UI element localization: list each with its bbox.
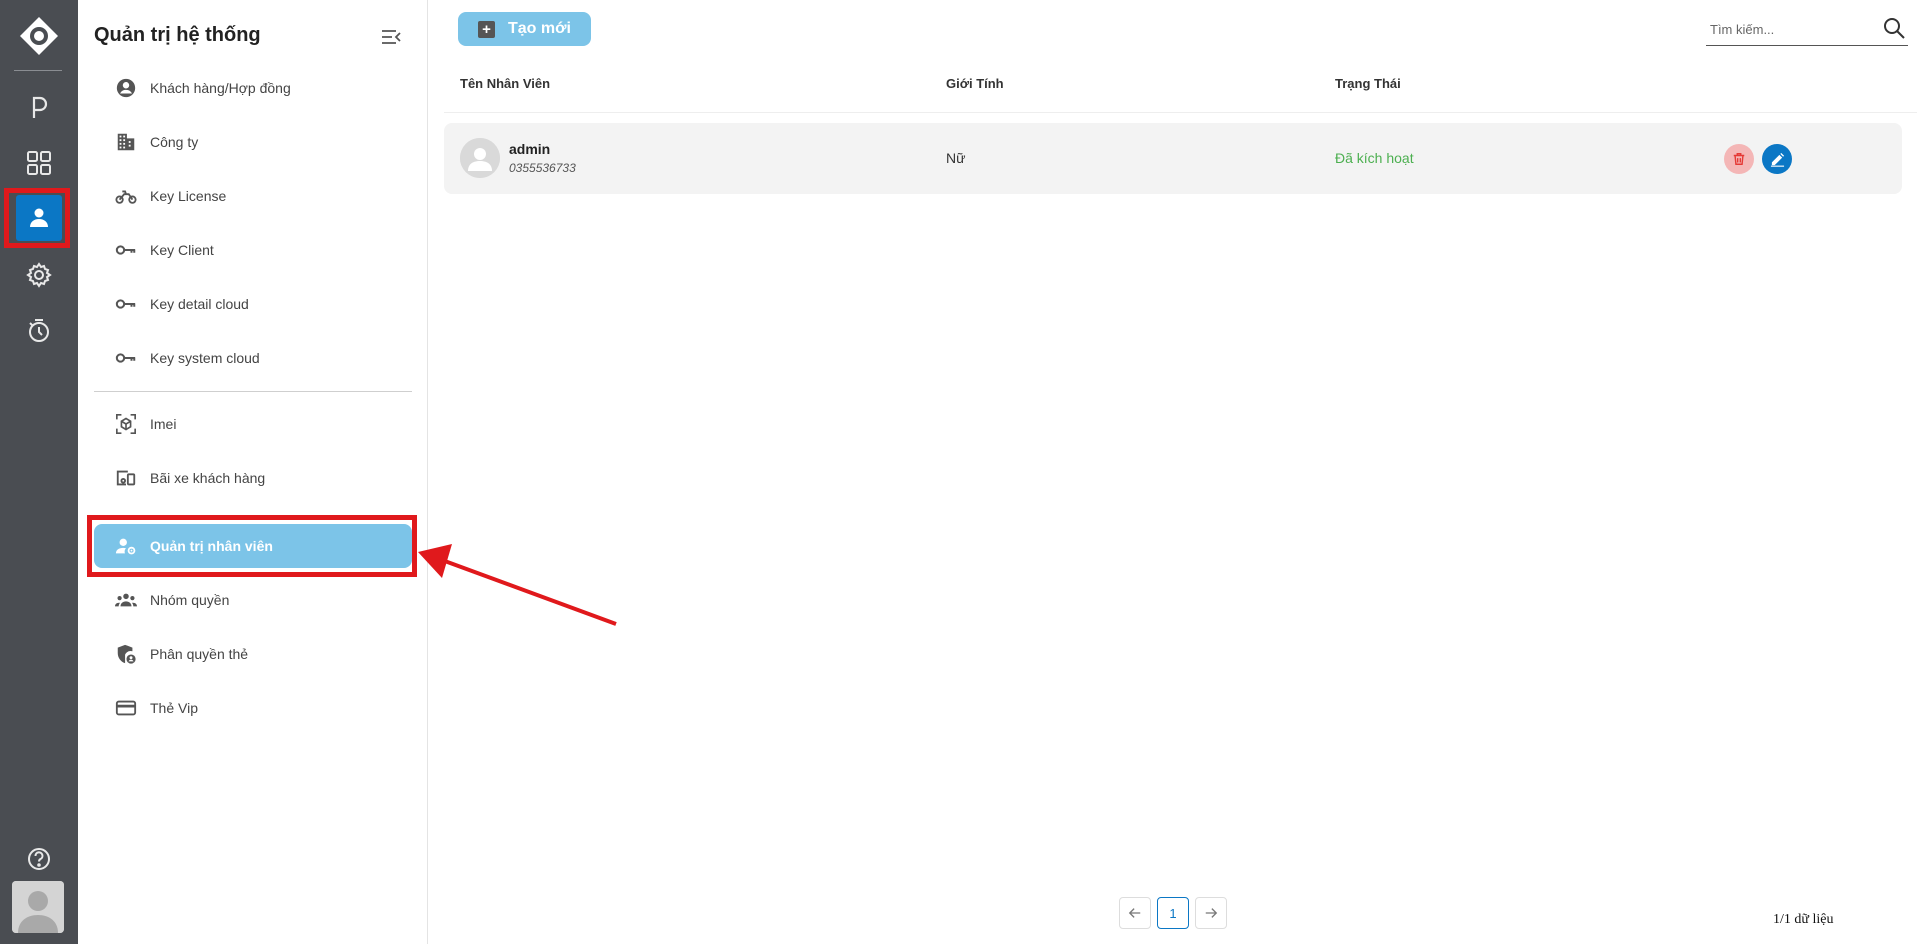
key-icon: [114, 292, 138, 316]
app-logo-icon[interactable]: [19, 16, 59, 56]
sidebar-item-label: Key Client: [150, 242, 214, 258]
help-icon[interactable]: [16, 836, 62, 882]
rail-divider: [14, 70, 62, 71]
sidebar-item-permission-groups[interactable]: Nhóm quyền: [94, 578, 412, 622]
app-rail: [0, 0, 78, 944]
column-header-name[interactable]: Tên Nhân Viên: [460, 76, 550, 91]
prev-page-button[interactable]: [1119, 897, 1151, 929]
sidebar-item-label: Key License: [150, 188, 227, 204]
user-avatar[interactable]: [12, 881, 64, 933]
column-header-gender[interactable]: Giới Tính: [946, 76, 1004, 91]
sidebar-divider: [94, 391, 412, 392]
history-timer-icon[interactable]: [16, 308, 62, 354]
edit-button[interactable]: [1762, 144, 1792, 174]
next-page-button[interactable]: [1195, 897, 1227, 929]
sidebar-item-label: Khách hàng/Hợp đồng: [150, 80, 291, 96]
parking-icon[interactable]: [16, 85, 62, 131]
sidebar-item-card-permissions[interactable]: Phân quyền thẻ: [94, 632, 412, 676]
sidebar-item-customer-parking[interactable]: Bãi xe khách hàng: [94, 456, 412, 500]
create-new-label: Tạo mới: [508, 20, 571, 37]
sidebar-item-label: Nhóm quyền: [150, 592, 230, 608]
sidebar-item-label: Imei: [150, 416, 177, 432]
employee-name: admin: [509, 141, 551, 157]
annotation-highlight-rail: [4, 188, 70, 248]
dashboard-grid-icon[interactable]: [16, 140, 62, 186]
sidebar-item-key-system-cloud[interactable]: Key system cloud: [94, 336, 412, 380]
sidebar-item-label: Key detail cloud: [150, 296, 249, 312]
arrow-left-icon: [1128, 908, 1141, 918]
sidebar-item-vip-card[interactable]: Thẻ Vip: [94, 686, 412, 730]
column-header-status[interactable]: Trạng Thái: [1335, 76, 1401, 91]
main-content: + Tạo mới Tên Nhân Viên Giới Tính Trạng …: [429, 0, 1917, 944]
record-count: 1/1 dữ liệu: [1773, 912, 1834, 927]
plus-icon: +: [478, 20, 495, 38]
employee-gender: Nữ: [946, 150, 966, 166]
table-row[interactable]: admin 0355536733 Nữ Đã kích hoạt: [444, 123, 1902, 194]
pagination: 1: [1119, 897, 1227, 929]
shield-user-icon: [114, 642, 138, 666]
sidebar-item-key-license[interactable]: Key License: [94, 174, 412, 218]
sidebar-item-label: Key system cloud: [150, 350, 260, 366]
delete-button[interactable]: [1724, 144, 1754, 174]
search-icon[interactable]: [1882, 16, 1906, 40]
status-badge: Đã kích hoạt: [1335, 150, 1414, 166]
sidebar-item-company[interactable]: Công ty: [94, 120, 412, 164]
arrow-right-icon: [1205, 908, 1218, 918]
search-box: [1706, 14, 1908, 46]
sidebar-item-label: Công ty: [150, 134, 199, 150]
sidebar-item-label: Bãi xe khách hàng: [150, 470, 266, 486]
key-icon: [114, 238, 138, 262]
sidebar-item-label: Thẻ Vip: [150, 700, 198, 716]
account-circle-icon: [114, 76, 138, 100]
scan-cube-icon: [114, 412, 138, 436]
collapse-menu-icon[interactable]: [380, 26, 402, 48]
page-button[interactable]: 1: [1157, 897, 1189, 929]
employee-phone: 0355536733: [509, 161, 576, 175]
settings-gear-icon[interactable]: [16, 252, 62, 298]
search-input[interactable]: [1710, 18, 1880, 40]
pencil-icon: [1770, 152, 1784, 167]
table-header-divider: [444, 112, 1917, 113]
annotation-highlight-menu: [87, 515, 417, 577]
building-icon: [114, 130, 138, 154]
credit-card-icon: [114, 696, 138, 720]
sidebar-item-key-detail-cloud[interactable]: Key detail cloud: [94, 282, 412, 326]
sidebar-title: Quản trị hệ thống: [94, 24, 261, 46]
sidebar-item-label: Phân quyền thẻ: [150, 646, 249, 662]
sidebar-item-key-client[interactable]: Key Client: [94, 228, 412, 272]
group-icon: [114, 588, 138, 612]
motorcycle-icon: [114, 184, 138, 208]
employee-avatar: [460, 138, 500, 178]
sidebar-item-imei[interactable]: Imei: [94, 402, 412, 446]
key-icon: [114, 346, 138, 370]
sidebar-item-customers[interactable]: Khách hàng/Hợp đồng: [94, 66, 412, 110]
sidebar: Quản trị hệ thống Khách hàng/Hợp đồng Cô…: [78, 0, 428, 944]
create-new-button[interactable]: + Tạo mới: [458, 12, 591, 46]
trash-icon: [1733, 153, 1745, 165]
devices-icon: [114, 466, 138, 490]
